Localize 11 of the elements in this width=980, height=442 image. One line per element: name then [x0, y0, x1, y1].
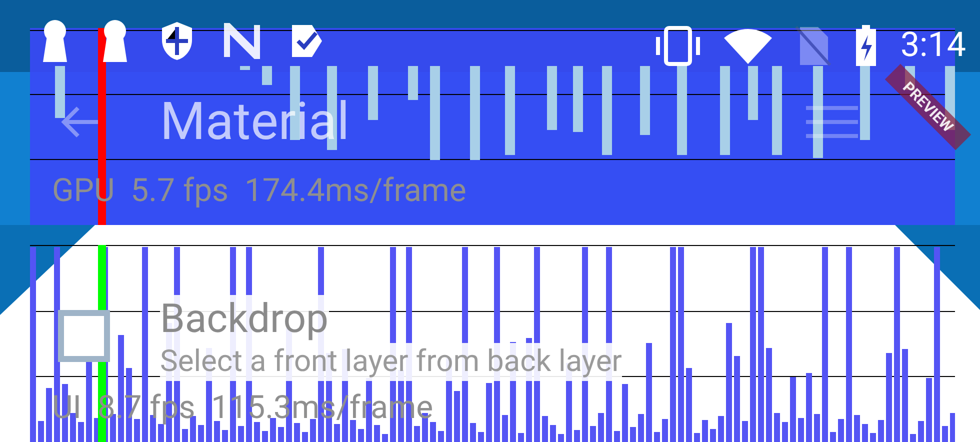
n-letter-icon: [224, 23, 260, 59]
list-item-title[interactable]: Backdrop: [160, 295, 328, 343]
no-sim-icon: [794, 24, 832, 66]
keyhole-icon: [40, 20, 70, 62]
checkbox-outline-icon: [58, 310, 110, 362]
list-item-subtitle: Select a front layer from back layer: [160, 343, 622, 381]
vibrate-icon: [654, 24, 702, 66]
battery-charging-icon: [854, 24, 878, 66]
wifi-icon: [724, 28, 772, 64]
checkmark-tag-icon: [290, 23, 324, 59]
keyhole-icon: [100, 20, 130, 62]
